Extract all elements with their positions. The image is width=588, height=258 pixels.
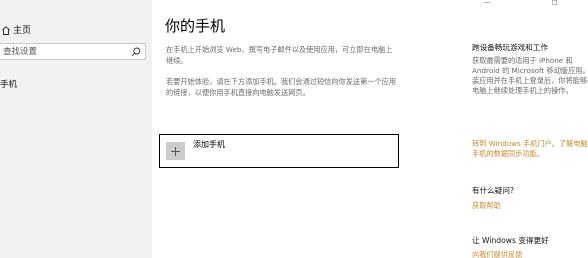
phone-portal-link[interactable]: 转到 Windows 手机门户。了解电脑和手机的数据同步功能。 (472, 139, 588, 159)
minimize-fragment[interactable]: — (484, 0, 490, 6)
add-phone-label: 添加手机 (193, 140, 225, 149)
search-input[interactable]: 查找设置 (0, 43, 146, 60)
intro-paragraph: 在手机上开始浏览 Web、撰写电子邮件以及使用应用，可立即在电脑上继续。 (166, 45, 393, 65)
cross-device-heading: 跨设备畅玩游戏和工作 (472, 43, 548, 52)
search-icon[interactable] (131, 47, 141, 57)
feedback-heading: 让 Windows 变得更好 (472, 236, 549, 245)
home-icon (2, 26, 10, 35)
add-phone-button[interactable]: 添加手机 (159, 134, 399, 168)
page-title: 你的手机 (165, 17, 226, 35)
instructions-paragraph: 若要开始体验，请在下方添加手机。我们会通过短信向你发送第一个应用的链接，以便你用… (166, 77, 397, 97)
cross-device-text: 获取最需要的适用于 iPhone 和 Android 的 Microsoft 移… (472, 56, 588, 95)
sidebar-item-phone[interactable]: 手机 (0, 80, 17, 91)
settings-window: ← — □ 主页 查找设置 手机 你的手机 在手机上开始浏览 Web、撰写电子邮… (0, 0, 588, 258)
give-feedback-link[interactable]: 向我们提供反馈 (472, 250, 588, 258)
plus-icon (166, 142, 185, 160)
sidebar-item-home[interactable]: 主页 (0, 22, 152, 40)
sidebar-item-home-label: 主页 (13, 26, 32, 36)
sidebar: 主页 查找设置 手机 (0, 0, 152, 258)
search-placeholder: 查找设置 (3, 47, 38, 57)
questions-heading: 有什么疑问? (472, 186, 514, 195)
get-help-link[interactable]: 获取帮助 (472, 201, 588, 211)
maximize-fragment[interactable]: □ (552, 0, 558, 6)
